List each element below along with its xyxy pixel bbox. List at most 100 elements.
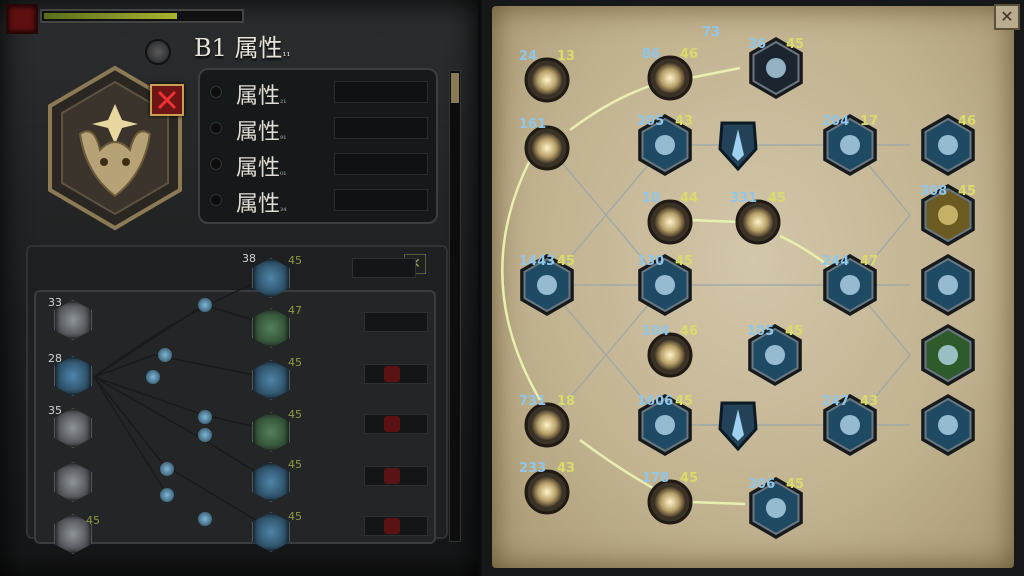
skill-node[interactable]: 1443 45 xyxy=(519,254,575,316)
skill-node[interactable]: 178 45 xyxy=(642,471,698,525)
rune-icon xyxy=(384,468,400,484)
node-level-label: 43 xyxy=(860,394,878,409)
xp-bar xyxy=(40,9,244,23)
bullet-icon xyxy=(210,194,222,206)
stat-value-slot xyxy=(334,117,428,139)
node-points-label: 204 xyxy=(822,114,849,129)
skill-node[interactable]: 205 43 xyxy=(637,114,693,176)
skill-node[interactable]: 731 18 xyxy=(519,394,575,448)
skill-node[interactable] xyxy=(921,394,975,456)
skill-node[interactable]: 161 xyxy=(519,117,570,171)
skill-emblem-icon xyxy=(840,275,860,295)
close-badge-icon[interactable] xyxy=(150,84,184,116)
skill-node[interactable]: 306 45 xyxy=(748,477,804,539)
mini-slot xyxy=(352,258,416,278)
node-level-label: 44 xyxy=(680,191,698,206)
skill-node[interactable]: 10 44 xyxy=(642,191,698,245)
scrollbar[interactable] xyxy=(449,70,461,542)
node-points-label: 1606 xyxy=(637,394,673,409)
node-points-label: 10 xyxy=(642,191,660,206)
node-points-label: 233 xyxy=(519,461,546,476)
skill-node[interactable]: 46 xyxy=(921,114,976,176)
node-level-label: 18 xyxy=(557,394,575,409)
skill-node[interactable]: 130 45 xyxy=(637,254,693,316)
node-points-label: 161 xyxy=(519,117,546,132)
node-points-label: 308 xyxy=(920,184,947,199)
skill-emblem-icon xyxy=(655,275,675,295)
node-level-label: 46 xyxy=(680,324,698,339)
skill-node[interactable]: 1606 45 xyxy=(637,394,693,456)
mini-junction-icon xyxy=(158,348,172,362)
mini-node-level: 33 xyxy=(48,296,62,309)
skill-emblem-icon xyxy=(938,345,958,365)
mini-node-level: 28 xyxy=(48,352,62,365)
skill-node[interactable]: 308 45 xyxy=(920,184,976,246)
skill-node[interactable]: 24 13 xyxy=(519,49,575,103)
orb-glow-icon xyxy=(532,477,562,507)
skill-node[interactable]: 105 45 xyxy=(747,324,803,386)
skill-node: 73 xyxy=(702,25,720,40)
node-level-label: 46 xyxy=(958,114,976,129)
skill-emblem-icon xyxy=(840,135,860,155)
mini-node-level: 45 xyxy=(86,514,100,527)
mini-node-level: 45 xyxy=(288,408,302,421)
page-title: B1 属性₁₁ xyxy=(194,34,291,62)
node-level-label: 46 xyxy=(680,47,698,62)
node-points-label: 306 xyxy=(748,477,775,492)
orb-glow-icon xyxy=(532,133,562,163)
stat-row: 属性₃₄ xyxy=(210,184,430,217)
node-points-label: 244 xyxy=(822,254,849,269)
skill-node[interactable]: 331 45 xyxy=(730,191,786,245)
node-points-label: 205 xyxy=(637,114,664,129)
skill-emblem-icon xyxy=(938,275,958,295)
skill-node[interactable]: 104 46 xyxy=(642,324,698,378)
skill-node[interactable] xyxy=(718,401,758,452)
character-panel: B1 属性₁₁ 属性₂₁ 属性₉₁ 属性₀₁ 属性₃₄ ✕ 33 28 35 4… xyxy=(0,0,481,576)
bullet-icon xyxy=(210,158,222,170)
skill-emblem-icon xyxy=(840,415,860,435)
node-points-label: 178 xyxy=(642,471,669,486)
menu-corner-button[interactable] xyxy=(6,4,38,34)
skill-emblem-icon xyxy=(655,135,675,155)
rune-icon xyxy=(384,366,400,382)
orb-glow-icon xyxy=(655,63,685,93)
node-level-label: 43 xyxy=(675,114,693,129)
node-level-label: 45 xyxy=(958,184,976,199)
skill-emblem-icon xyxy=(766,58,786,78)
node-points-label: 24 xyxy=(519,49,537,64)
skill-emblem-icon xyxy=(655,415,675,435)
stat-value-slot xyxy=(334,189,428,211)
orb-glow-icon xyxy=(655,340,685,370)
skill-node[interactable]: 247 43 xyxy=(822,394,878,456)
stat-value-slot xyxy=(334,153,428,175)
mini-junction-icon xyxy=(160,462,174,476)
skill-emblem-icon xyxy=(938,205,958,225)
node-points-label: 105 xyxy=(747,324,774,339)
node-level-label: 45 xyxy=(557,254,575,269)
stat-value-slot xyxy=(334,81,428,103)
rune-icon xyxy=(384,416,400,432)
skill-node[interactable] xyxy=(921,254,975,316)
skill-node[interactable]: 36 45 xyxy=(748,37,804,99)
skill-node[interactable] xyxy=(718,121,758,172)
mini-node-level: 47 xyxy=(288,304,302,317)
node-level-label: 45 xyxy=(680,471,698,486)
skill-emblem-icon xyxy=(938,415,958,435)
mini-node-level: 45 xyxy=(288,458,302,471)
skill-node[interactable]: 86 46 xyxy=(642,47,698,101)
node-points-label: 247 xyxy=(822,394,849,409)
rune-icon xyxy=(384,518,400,534)
node-level-label: 43 xyxy=(557,461,575,476)
node-level-label: 45 xyxy=(675,394,693,409)
round-knob-icon[interactable] xyxy=(145,39,171,65)
skill-node[interactable]: 233 43 xyxy=(519,461,575,515)
skill-node[interactable] xyxy=(921,324,975,386)
node-points-label: 86 xyxy=(642,47,660,62)
orb-glow-icon xyxy=(532,65,562,95)
node-level-label: 47 xyxy=(860,254,878,269)
skill-tree-graph: 24 13 86 467336 45161 205 43 204 17 4610 44 331 45 30… xyxy=(501,25,976,539)
skill-emblem-icon xyxy=(938,135,958,155)
node-level-label: 45 xyxy=(785,324,803,339)
mini-node-level: 45 xyxy=(288,356,302,369)
node-level-label: 13 xyxy=(557,49,575,64)
